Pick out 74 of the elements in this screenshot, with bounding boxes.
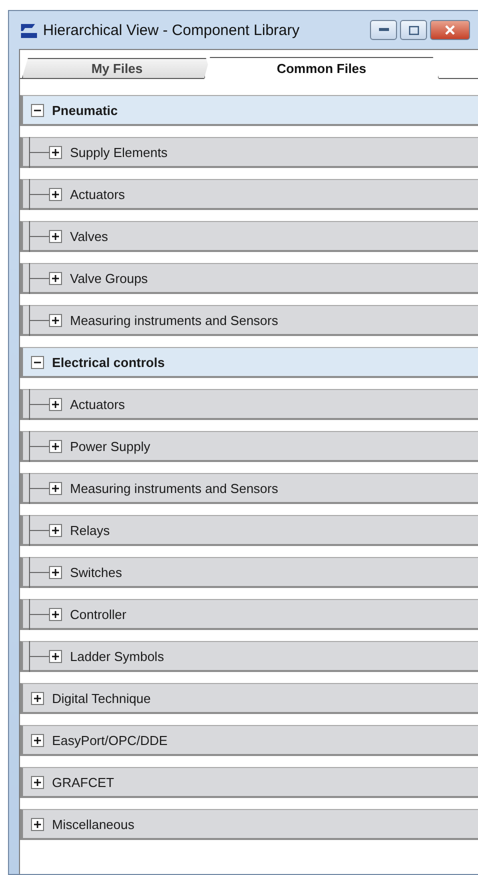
tree-connector-icon (29, 598, 49, 630)
minus-icon[interactable] (31, 356, 44, 368)
tree-item[interactable]: Relays (20, 515, 478, 546)
minimize-button[interactable] (370, 20, 397, 40)
plus-icon[interactable] (49, 314, 62, 326)
tree-label: Ladder Symbols (70, 648, 164, 664)
plus-icon[interactable] (49, 188, 62, 200)
tree-connector-icon (29, 262, 49, 294)
tree-category[interactable]: GRAFCET (20, 767, 478, 798)
minus-icon[interactable] (31, 104, 44, 116)
plus-icon[interactable] (31, 818, 44, 830)
plus-icon[interactable] (49, 482, 62, 494)
tree-category[interactable]: EasyPort/OPC/DDE (20, 725, 478, 756)
plus-icon[interactable] (49, 146, 62, 158)
tree-connector-icon (29, 178, 49, 210)
tree-label: Supply Elements (70, 144, 168, 160)
tree-connector-icon (29, 514, 49, 546)
plus-icon[interactable] (49, 524, 62, 536)
tree-label: Valve Groups (70, 270, 148, 286)
plus-icon[interactable] (49, 608, 62, 620)
minimize-icon (378, 28, 388, 32)
tree-label: Relays (70, 522, 110, 538)
tree-label: Actuators (70, 186, 125, 202)
plus-icon[interactable] (31, 734, 44, 746)
tree-label: Measuring instruments and Sensors (70, 480, 278, 496)
window-title: Hierarchical View - Component Library (43, 22, 300, 38)
tree-label: Measuring instruments and Sensors (70, 312, 278, 328)
tree-label: Power Supply (70, 438, 150, 454)
tree-label: Pneumatic (52, 102, 118, 118)
close-button[interactable] (430, 20, 470, 40)
plus-icon[interactable] (31, 692, 44, 704)
plus-icon[interactable] (31, 776, 44, 788)
maximize-icon (408, 26, 418, 34)
tree-item[interactable]: Actuators (20, 179, 478, 210)
tree-connector-icon (29, 136, 49, 168)
tree-item[interactable]: Actuators (20, 389, 478, 420)
tree-label: Electrical controls (52, 354, 165, 370)
tree-label: Digital Technique (52, 690, 151, 706)
tree-connector-icon (29, 388, 49, 420)
tree-label: Valves (70, 228, 108, 244)
tree-item[interactable]: Power Supply (20, 431, 478, 462)
tab[interactable]: Common Files (204, 57, 439, 79)
tree-item[interactable]: Switches (20, 557, 478, 588)
tree-item[interactable]: Controller (20, 599, 478, 630)
tree-connector-icon (29, 640, 49, 672)
tree-category[interactable]: Electrical controls (20, 347, 478, 378)
tree-label: EasyPort/OPC/DDE (52, 732, 168, 748)
tree-connector-icon (29, 556, 49, 588)
tree-item[interactable]: Ladder Symbols (20, 641, 478, 672)
tree-connector-icon (29, 430, 49, 462)
tree-item[interactable]: Measuring instruments and Sensors (20, 305, 478, 336)
tree-label: GRAFCET (52, 774, 114, 790)
plus-icon[interactable] (49, 398, 62, 410)
tree-label: Miscellaneous (52, 816, 134, 832)
tree-label: Controller (70, 606, 126, 622)
tree-category[interactable]: Pneumatic (20, 95, 478, 126)
tree-connector-icon (29, 304, 49, 336)
tree-label: Actuators (70, 396, 125, 412)
plus-icon[interactable] (49, 440, 62, 452)
tree-category[interactable]: Digital Technique (20, 683, 478, 714)
tree-category[interactable]: Miscellaneous (20, 809, 478, 840)
plus-icon[interactable] (49, 230, 62, 242)
close-icon (445, 25, 455, 35)
plus-icon[interactable] (49, 566, 62, 578)
tree-item[interactable]: Valve Groups (20, 263, 478, 294)
maximize-button[interactable] (400, 20, 427, 40)
plus-icon[interactable] (49, 650, 62, 662)
tree-item[interactable]: Measuring instruments and Sensors (20, 473, 478, 504)
plus-icon[interactable] (49, 272, 62, 284)
tree-label: Switches (70, 564, 122, 580)
tree-item[interactable]: Supply Elements (20, 137, 478, 168)
tree-connector-icon (29, 220, 49, 252)
tree-item[interactable]: Valves (20, 221, 478, 252)
tree-connector-icon (29, 472, 49, 504)
